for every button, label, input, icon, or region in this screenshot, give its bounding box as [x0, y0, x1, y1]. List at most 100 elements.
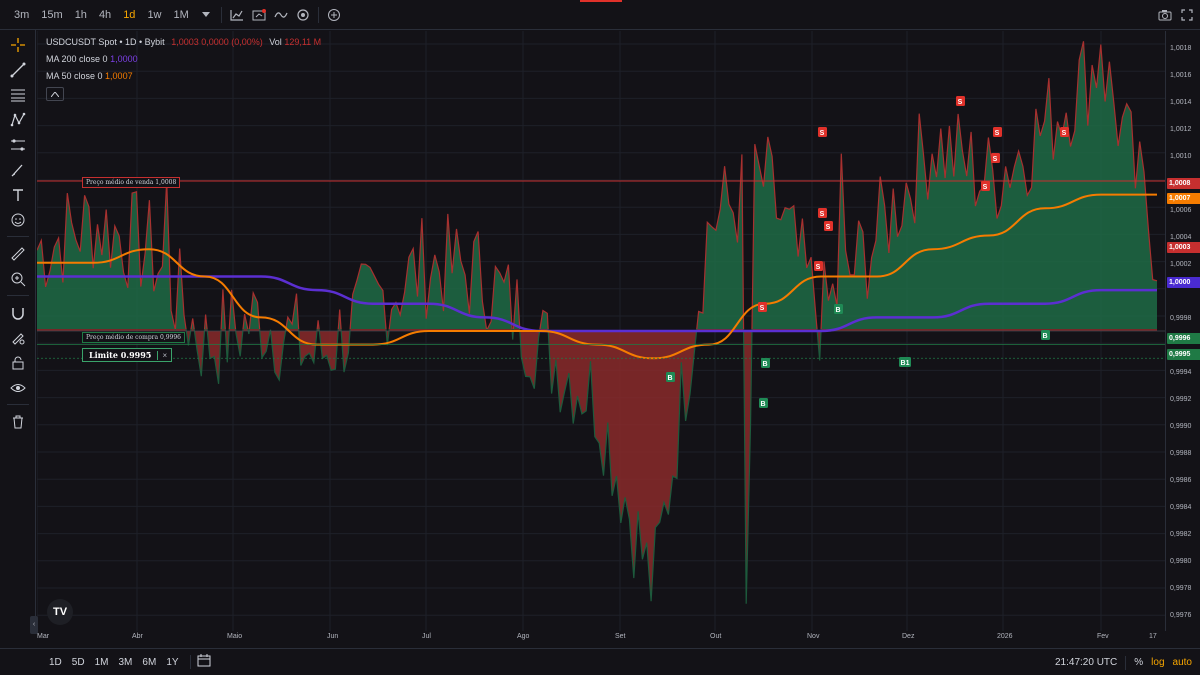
emoji-icon[interactable]	[0, 207, 36, 232]
legend-collapse-button[interactable]	[46, 87, 64, 101]
price-tick: 1,0016	[1170, 72, 1192, 79]
time-tick: Abr	[132, 633, 143, 640]
ma200-value: 1,0000	[110, 54, 138, 64]
timeframe-4h[interactable]: 4h	[93, 0, 117, 30]
horizontal-lines-icon[interactable]	[0, 82, 36, 107]
buy-marker-text: B	[760, 401, 765, 408]
zoom-icon[interactable]	[0, 266, 36, 291]
brush-icon[interactable]	[0, 157, 36, 182]
ma50-value: 1,0007	[105, 71, 133, 81]
limit-order-label[interactable]: Limite 0.9995 ×	[82, 348, 173, 362]
text-icon[interactable]	[0, 182, 36, 207]
magnet-icon[interactable]	[0, 300, 36, 325]
chevron-up-icon	[51, 91, 59, 97]
tradingview-logo[interactable]: TV	[47, 599, 73, 625]
sell-marker: S	[993, 127, 1002, 137]
sell-marker-text: S	[993, 156, 998, 163]
measure-tools-icon[interactable]	[0, 132, 36, 157]
price-tick: 0,9986	[1170, 477, 1192, 484]
alert-icon[interactable]	[292, 0, 314, 30]
time-tick: 2026	[997, 633, 1013, 640]
range-1y[interactable]: 1Y	[161, 657, 183, 668]
range-6m[interactable]: 6M	[137, 657, 161, 668]
price-tick: 0,9990	[1170, 423, 1192, 430]
time-tick: Out	[710, 633, 722, 640]
bottom-toolbar: 1D 5D 1M 3M 6M 1Y 21:47:20 UTC % log aut…	[0, 648, 1200, 675]
price-badge: 1,0007	[1167, 193, 1200, 204]
close-icon[interactable]: ×	[157, 350, 171, 360]
price-badge: 1,0000	[1167, 277, 1200, 288]
volume-value: 129,11 M	[284, 37, 322, 47]
chart-type-icon[interactable]	[226, 0, 248, 30]
sell-marker-text: S	[820, 130, 825, 137]
lock-icon[interactable]	[0, 350, 36, 375]
timeframe-1d[interactable]: 1d	[117, 0, 141, 30]
sell-marker-text: S	[760, 305, 765, 312]
price-badge: 1,0003	[1167, 242, 1200, 253]
sell-marker-text: S	[958, 99, 963, 106]
time-tick: Nov	[807, 633, 820, 640]
timeframe-dropdown-icon[interactable]	[195, 0, 217, 30]
time-tick: Jul	[422, 633, 431, 640]
fullscreen-icon[interactable]	[1176, 0, 1198, 30]
timeframe-1M[interactable]: 1M	[168, 0, 195, 30]
sell-marker: S	[981, 181, 990, 191]
ma200-label[interactable]: MA 200 close 0	[46, 54, 108, 64]
price-chart[interactable]: SSS SSSSSSS BBBBBB1	[37, 31, 1165, 631]
calendar-icon[interactable]	[197, 653, 211, 672]
time-axis[interactable]: Mar Abr Maio Jun Jul Ago Set Out Nov Dez 2026 Fev 17	[37, 631, 1165, 645]
pattern-icon[interactable]	[0, 107, 36, 132]
top-toolbar: 3m 15m 1h 4h 1d 1w 1M	[0, 0, 1200, 30]
buy-average-label[interactable]: Preço médio de compra 0,9996	[82, 332, 186, 343]
range-3m[interactable]: 3M	[114, 657, 138, 668]
sell-marker-text: S	[1062, 130, 1067, 137]
sell-marker-text: S	[983, 184, 988, 191]
range-1d[interactable]: 1D	[44, 657, 67, 668]
chart-legend: USDCUSDT Spot • 1D • Bybit 1,0003 0,0000…	[46, 34, 321, 101]
timeframe-1h[interactable]: 1h	[69, 0, 93, 30]
range-5d[interactable]: 5D	[67, 657, 90, 668]
add-plus-icon[interactable]	[323, 0, 345, 30]
time-tick: Mar	[37, 633, 50, 640]
trendline-icon[interactable]	[0, 57, 36, 82]
timeframe-1w[interactable]: 1w	[141, 0, 167, 30]
sell-marker: S	[824, 221, 833, 231]
sell-marker: S	[991, 153, 1000, 163]
drawing-toolbar	[0, 30, 36, 630]
price-tick: 0,9976	[1170, 612, 1192, 619]
buy-marker-text: B	[835, 307, 840, 314]
ma50-label[interactable]: MA 50 close 0	[46, 71, 103, 81]
eye-icon[interactable]	[0, 375, 36, 400]
price-tick: 1,0018	[1170, 45, 1192, 52]
price-tick: 0,9998	[1170, 315, 1192, 322]
sell-marker-text: S	[816, 264, 821, 271]
ohlc-values: 1,0003 0,0000 (0,00%)	[171, 37, 263, 47]
compare-icon[interactable]	[248, 0, 270, 30]
indicators-icon[interactable]	[270, 0, 292, 30]
auto-toggle[interactable]: auto	[1173, 657, 1192, 668]
camera-icon[interactable]	[1154, 0, 1176, 30]
price-tick: 1,0006	[1170, 207, 1192, 214]
ruler-icon[interactable]	[0, 241, 36, 266]
symbol-title[interactable]: USDCUSDT Spot • 1D • Bybit	[46, 37, 165, 47]
buy-marker-text: B	[1042, 333, 1047, 340]
sell-average-label[interactable]: Preço médio de venda 1,0008	[82, 177, 181, 188]
time-tick: Set	[615, 633, 626, 640]
crosshair-icon[interactable]	[0, 32, 36, 57]
buy-marker: B	[759, 398, 768, 408]
sell-marker-text: S	[820, 211, 825, 218]
timeframe-3m[interactable]: 3m	[8, 0, 35, 30]
log-toggle[interactable]: log	[1151, 657, 1164, 668]
clock-time[interactable]: 21:47:20 UTC	[1055, 657, 1117, 668]
timeframe-15m[interactable]: 15m	[35, 0, 68, 30]
percent-toggle[interactable]: %	[1134, 657, 1143, 668]
trash-icon[interactable]	[0, 409, 36, 434]
sell-marker: S	[758, 302, 767, 312]
lock-drawing-icon[interactable]	[0, 325, 36, 350]
time-tick: Dez	[902, 633, 915, 640]
sell-marker-text: S	[826, 224, 831, 231]
sell-marker: S	[818, 208, 827, 218]
range-1m[interactable]: 1M	[90, 657, 114, 668]
time-tick: Ago	[517, 633, 530, 640]
price-axis[interactable]: 1,0018 1,0016 1,0014 1,0012 1,0010 1,0006 1,00…	[1165, 31, 1200, 631]
